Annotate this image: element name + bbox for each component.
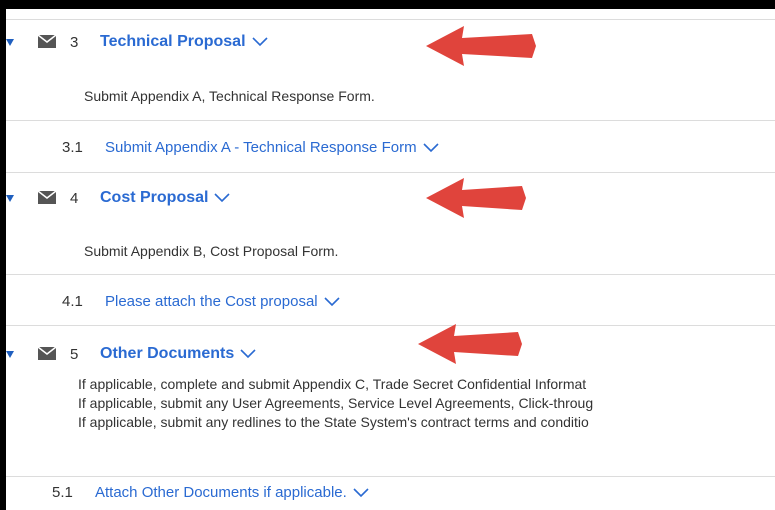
section-title-cost-proposal[interactable]: Cost Proposal: [100, 189, 231, 207]
subsection-title-label: Attach Other Documents if applicable.: [95, 484, 347, 501]
red-arrow-icon: [426, 26, 536, 66]
chevron-down-icon[interactable]: [214, 193, 231, 203]
envelope-icon: [38, 35, 56, 48]
section-title-label: Cost Proposal: [100, 189, 209, 206]
sections-list: 3 Technical Proposal Submit Appendix A, …: [6, 9, 775, 510]
divider: [6, 19, 775, 20]
section-description: Submit Appendix B, Cost Proposal Form.: [84, 243, 339, 259]
subsection-number: 3.1: [62, 139, 83, 156]
subsection-title-label: Submit Appendix A - Technical Response F…: [105, 139, 417, 156]
top-border: [0, 0, 775, 9]
divider: [6, 476, 775, 477]
section-number: 4: [70, 190, 79, 207]
triangle-down-icon[interactable]: [6, 39, 14, 46]
envelope-icon: [38, 191, 56, 204]
envelope-icon: [38, 347, 56, 360]
divider: [6, 120, 775, 121]
chevron-down-icon[interactable]: [251, 37, 268, 47]
section-description: Submit Appendix A, Technical Response Fo…: [84, 88, 375, 104]
subsection-number: 5.1: [52, 484, 73, 501]
subsection-title-label: Please attach the Cost proposal: [105, 293, 318, 310]
triangle-down-icon[interactable]: [6, 195, 14, 202]
chevron-down-icon[interactable]: [422, 143, 439, 153]
section-title-label: Technical Proposal: [100, 33, 246, 50]
divider: [6, 274, 775, 275]
section-title-label: Other Documents: [100, 345, 235, 362]
section-title-technical-proposal[interactable]: Technical Proposal: [100, 33, 268, 51]
red-arrow-icon: [418, 324, 522, 364]
section-number: 3: [70, 34, 79, 51]
subsection-title-cost-proposal[interactable]: Please attach the Cost proposal: [105, 293, 340, 310]
red-arrow-icon: [426, 178, 526, 218]
subsection-title-technical-response-form[interactable]: Submit Appendix A - Technical Response F…: [105, 139, 439, 156]
section-description-line: If applicable, submit any User Agreement…: [78, 395, 594, 411]
triangle-down-icon[interactable]: [6, 351, 14, 358]
section-number: 5: [70, 346, 79, 363]
section-title-other-documents[interactable]: Other Documents: [100, 345, 256, 363]
section-description-line: If applicable, complete and submit Appen…: [78, 376, 587, 392]
divider: [6, 325, 775, 326]
chevron-down-icon[interactable]: [240, 349, 256, 359]
subsection-number: 4.1: [62, 293, 83, 310]
chevron-down-icon[interactable]: [353, 488, 369, 498]
subsection-title-other-documents[interactable]: Attach Other Documents if applicable.: [95, 484, 369, 501]
section-description-line: If applicable, submit any redlines to th…: [78, 414, 589, 430]
divider: [6, 172, 775, 173]
chevron-down-icon[interactable]: [324, 297, 340, 307]
